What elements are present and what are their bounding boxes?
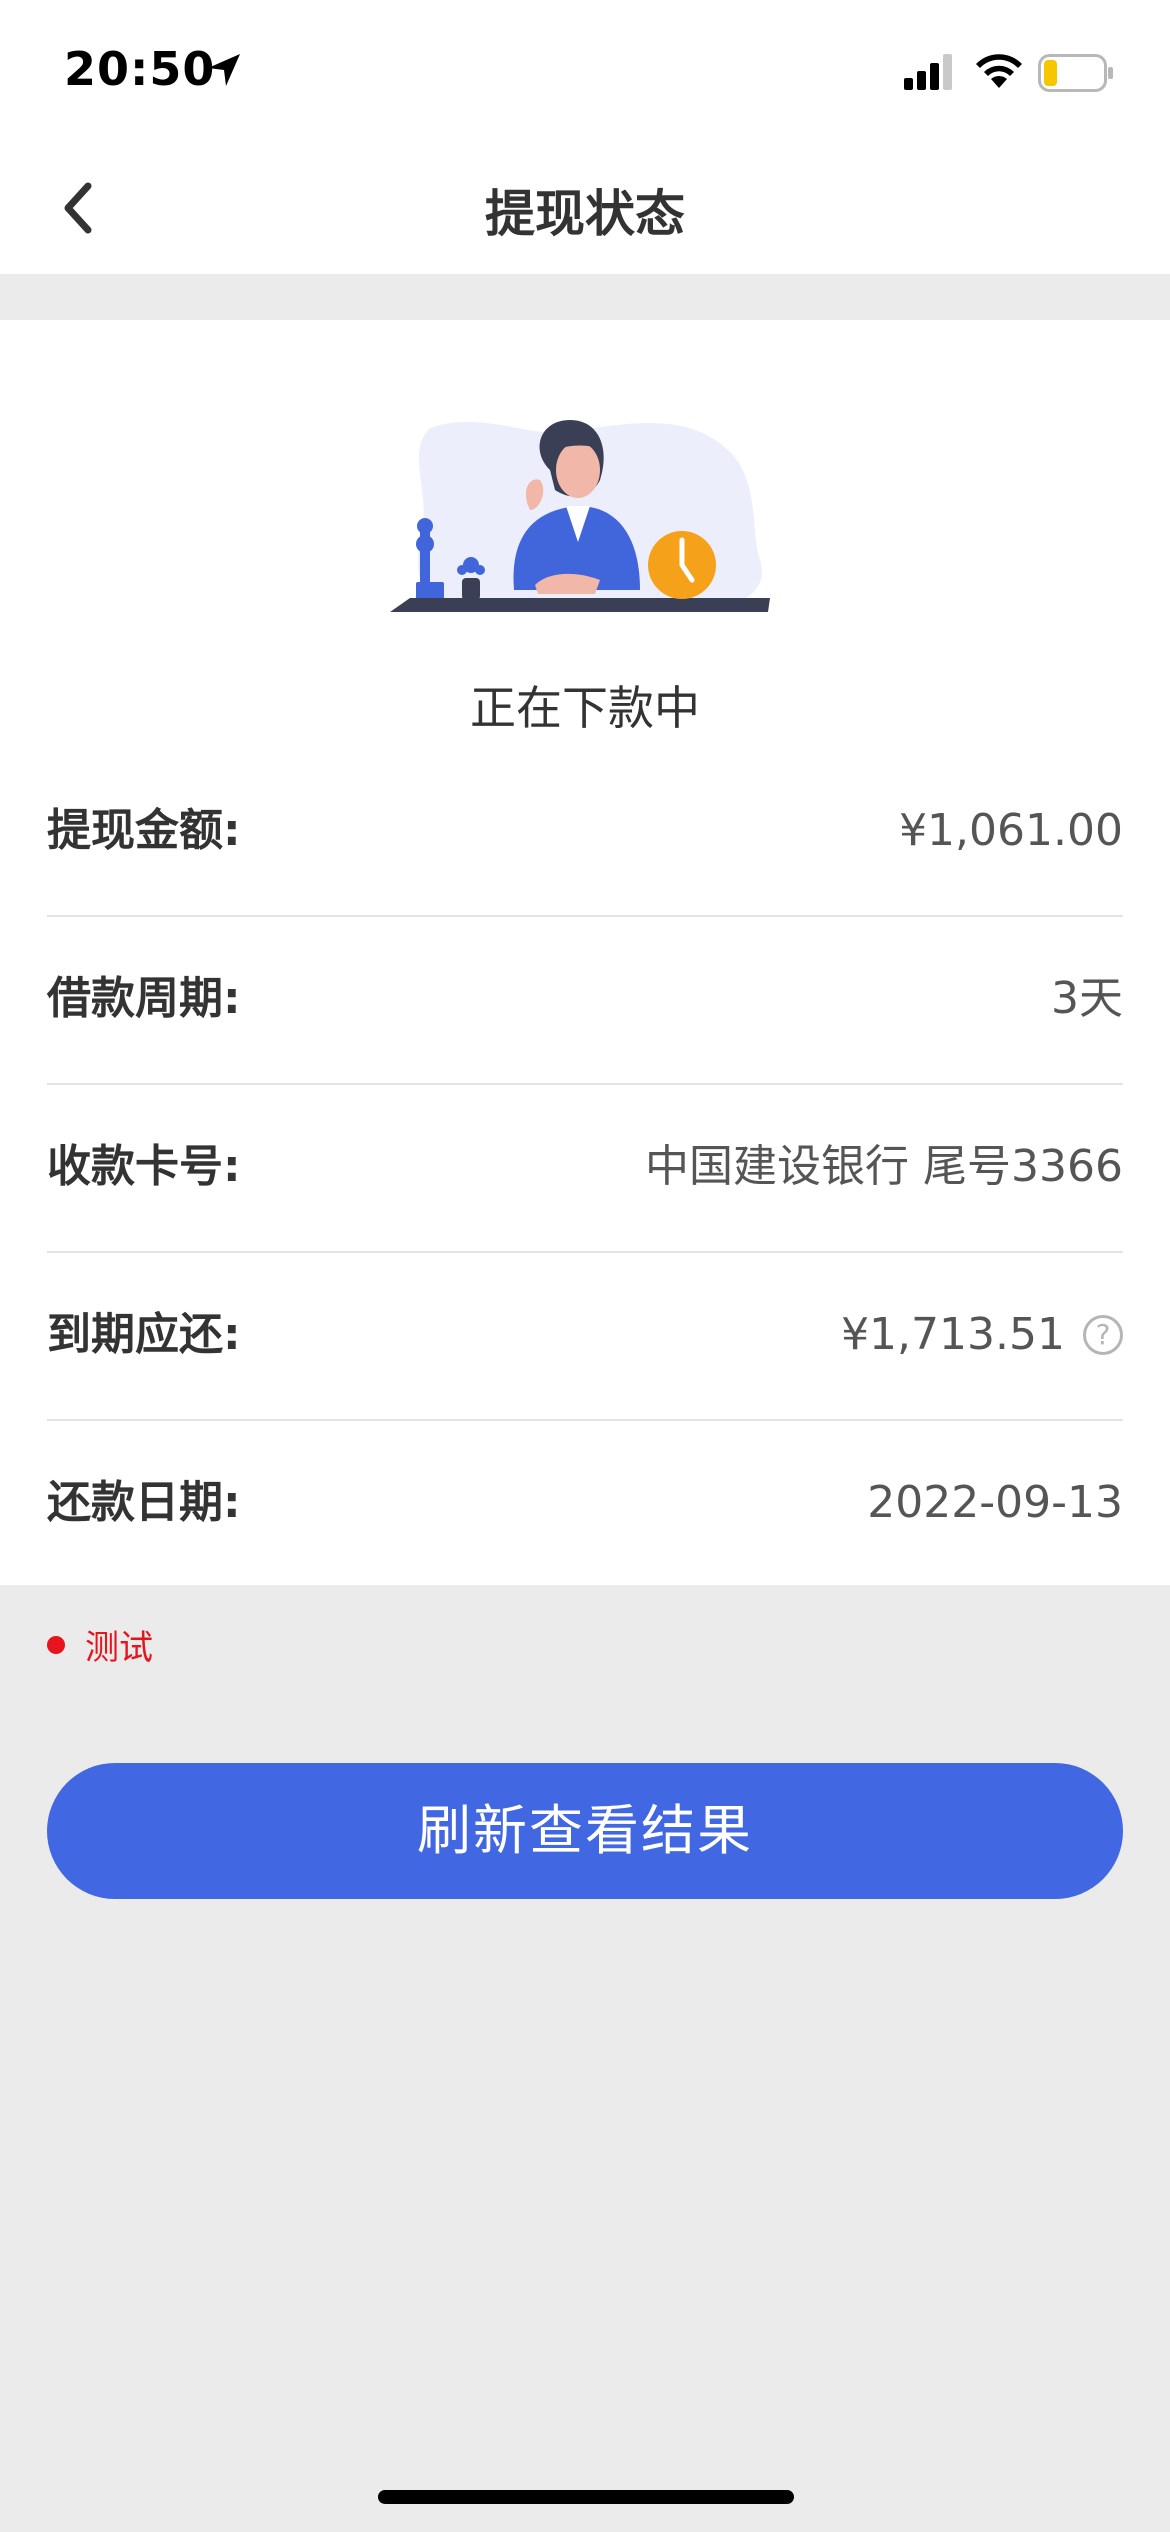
refresh-result-button[interactable]: 刷新查看结果 [47,1763,1123,1899]
test-note: 测试 [47,1620,153,1669]
detail-label: 还款日期: [47,1477,241,1528]
nav-bar: 提现状态 [0,140,1170,274]
home-indicator [378,2490,794,2504]
note-text: 测试 [85,1628,153,1668]
question-mark-icon[interactable]: ? [1083,1315,1123,1355]
wifi-icon [976,54,1022,88]
battery-icon [1038,54,1113,92]
detail-label: 提现金额: [47,805,241,856]
detail-value: 中国建设银行 尾号3366 [645,1141,1123,1192]
withdrawal-status-card: 正在下款中 提现金额: ¥1,061.00 借款周期: 3天 收款卡号: 中国建… [0,320,1170,1585]
detail-row-due-amount: 到期应还: ¥1,713.51 ? [47,1251,1123,1421]
status-time: 20:50 [64,42,216,96]
detail-value: 2022-09-13 [867,1477,1123,1528]
detail-value: ¥1,061.00 [899,805,1123,856]
signal-icon [904,54,952,90]
status-bar: 20:50 [0,0,1170,140]
page-title: 提现状态 [485,185,685,243]
red-dot-icon [47,1635,65,1654]
detail-value-with-help: ¥1,713.51 ? [841,1251,1123,1419]
status-text: 正在下款中 [470,681,700,735]
detail-row-repay-date: 还款日期: 2022-09-13 [47,1419,1123,1587]
detail-label: 到期应还: [47,1309,241,1360]
detail-value: 3天 [1051,973,1123,1024]
detail-label: 借款周期: [47,973,241,1024]
detail-row-period: 借款周期: 3天 [47,915,1123,1085]
detail-value: ¥1,713.51 [841,1309,1065,1360]
location-arrow-icon [208,54,240,86]
detail-label: 收款卡号: [47,1141,241,1192]
woman-waiting-clock-illustration [390,420,770,612]
detail-row-amount: 提现金额: ¥1,061.00 [47,747,1123,917]
detail-row-card: 收款卡号: 中国建设银行 尾号3366 [47,1083,1123,1253]
